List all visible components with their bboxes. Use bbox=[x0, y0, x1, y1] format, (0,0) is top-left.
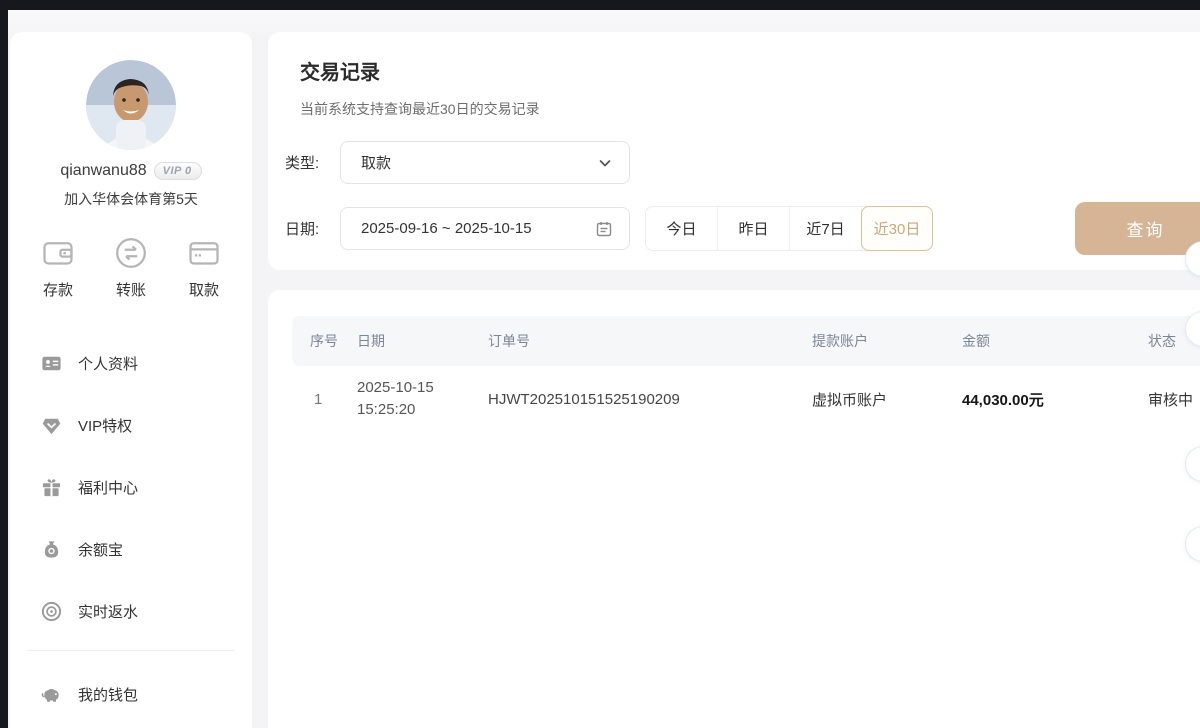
type-select-value: 取款 bbox=[361, 152, 391, 173]
date-range-presets: 今日 昨日 近7日 近30日 bbox=[645, 206, 933, 251]
sidebar-item-label: VIP特权 bbox=[78, 415, 132, 436]
sidebar-item-yuebao[interactable]: 余额宝 bbox=[10, 518, 252, 580]
col-header-account: 提款账户 bbox=[812, 331, 962, 351]
sidebar-item-label: 福利中心 bbox=[78, 477, 138, 498]
user-sidebar: qianwanu88 VIP 0 加入华体会体育第5天 存款 bbox=[10, 32, 252, 728]
type-select[interactable]: 取款 bbox=[340, 141, 630, 184]
money-pouch-icon bbox=[40, 538, 63, 561]
row-order-no: HJWT202510151525190209 bbox=[488, 391, 812, 408]
id-card-icon bbox=[40, 352, 63, 375]
row-status: 审核中 bbox=[1148, 389, 1200, 410]
range-7days-button[interactable]: 近7日 bbox=[790, 207, 862, 250]
sidebar-item-profile[interactable]: 个人资料 bbox=[10, 332, 252, 394]
avatar[interactable] bbox=[86, 60, 176, 150]
row-amount: 44,030.00元 bbox=[962, 389, 1148, 410]
page-subtitle: 当前系统支持查询最近30日的交易记录 bbox=[300, 99, 1200, 119]
sidebar-item-label: 个人资料 bbox=[78, 353, 138, 374]
sidebar-menu-secondary: 我的钱包 bbox=[10, 663, 252, 725]
filter-card: 交易记录 当前系统支持查询最近30日的交易记录 类型: 取款 日期: 2025-… bbox=[268, 32, 1200, 270]
calendar-icon bbox=[595, 220, 613, 238]
row-account: 虚拟币账户 bbox=[812, 389, 962, 410]
range-today-button[interactable]: 今日 bbox=[646, 207, 718, 250]
deposit-action[interactable]: 存款 bbox=[40, 235, 76, 300]
row-date: 2025-10-15 15:25:20 bbox=[357, 377, 488, 421]
rebate-coin-icon bbox=[40, 600, 63, 623]
date-range-input[interactable]: 2025-09-16 ~ 2025-10-15 bbox=[340, 207, 630, 250]
deposit-label: 存款 bbox=[43, 279, 73, 300]
query-button[interactable]: 查询 bbox=[1075, 202, 1200, 255]
wallet-icon bbox=[40, 235, 76, 271]
sidebar-item-label: 余额宝 bbox=[78, 539, 123, 560]
gift-icon bbox=[40, 476, 63, 499]
col-header-amount: 金额 bbox=[962, 331, 1148, 351]
sidebar-item-label: 实时返水 bbox=[78, 601, 138, 622]
row-date-time: 15:25:20 bbox=[357, 401, 415, 418]
sidebar-item-vip[interactable]: VIP特权 bbox=[10, 394, 252, 456]
sidebar-item-label: 我的钱包 bbox=[78, 684, 138, 705]
col-header-index: 序号 bbox=[310, 331, 357, 351]
type-label: 类型: bbox=[285, 152, 340, 173]
username: qianwanu88 bbox=[60, 162, 146, 180]
sidebar-item-welfare[interactable]: 福利中心 bbox=[10, 456, 252, 518]
quick-actions: 存款 转账 取款 bbox=[10, 235, 252, 300]
withdraw-label: 取款 bbox=[189, 279, 219, 300]
page-top-edge bbox=[0, 0, 1200, 10]
page-left-edge bbox=[0, 0, 8, 728]
range-yesterday-button[interactable]: 昨日 bbox=[718, 207, 790, 250]
date-label: 日期: bbox=[285, 218, 340, 239]
records-table-card: 序号 日期 订单号 提款账户 金额 状态 1 2025-10-15 15:25:… bbox=[268, 290, 1200, 728]
table-row: 1 2025-10-15 15:25:20 HJWT20251015152519… bbox=[292, 366, 1200, 432]
vip-gem-icon bbox=[40, 414, 63, 437]
piggy-bank-icon bbox=[40, 683, 63, 706]
transfer-icon bbox=[113, 235, 149, 271]
page-title: 交易记录 bbox=[300, 56, 1200, 85]
sidebar-item-rebate[interactable]: 实时返水 bbox=[10, 580, 252, 642]
transfer-action[interactable]: 转账 bbox=[113, 235, 149, 300]
sidebar-divider bbox=[28, 650, 234, 651]
sidebar-item-wallet[interactable]: 我的钱包 bbox=[10, 663, 252, 725]
row-date-day: 2025-10-15 bbox=[357, 379, 434, 396]
withdraw-action[interactable]: 取款 bbox=[186, 235, 222, 300]
chevron-down-icon bbox=[597, 155, 613, 171]
bank-card-icon bbox=[186, 235, 222, 271]
vip-badge: VIP 0 bbox=[154, 162, 202, 180]
col-header-date: 日期 bbox=[357, 331, 488, 351]
sidebar-menu: 个人资料 VIP特权 福利中心 bbox=[10, 332, 252, 642]
range-30days-button[interactable]: 近30日 bbox=[861, 206, 933, 251]
date-range-value: 2025-09-16 ~ 2025-10-15 bbox=[361, 220, 532, 237]
col-header-order: 订单号 bbox=[488, 331, 812, 351]
join-days-text: 加入华体会体育第5天 bbox=[10, 189, 252, 209]
row-index: 1 bbox=[310, 391, 357, 408]
transfer-label: 转账 bbox=[116, 279, 146, 300]
table-header-row: 序号 日期 订单号 提款账户 金额 状态 bbox=[292, 316, 1200, 366]
